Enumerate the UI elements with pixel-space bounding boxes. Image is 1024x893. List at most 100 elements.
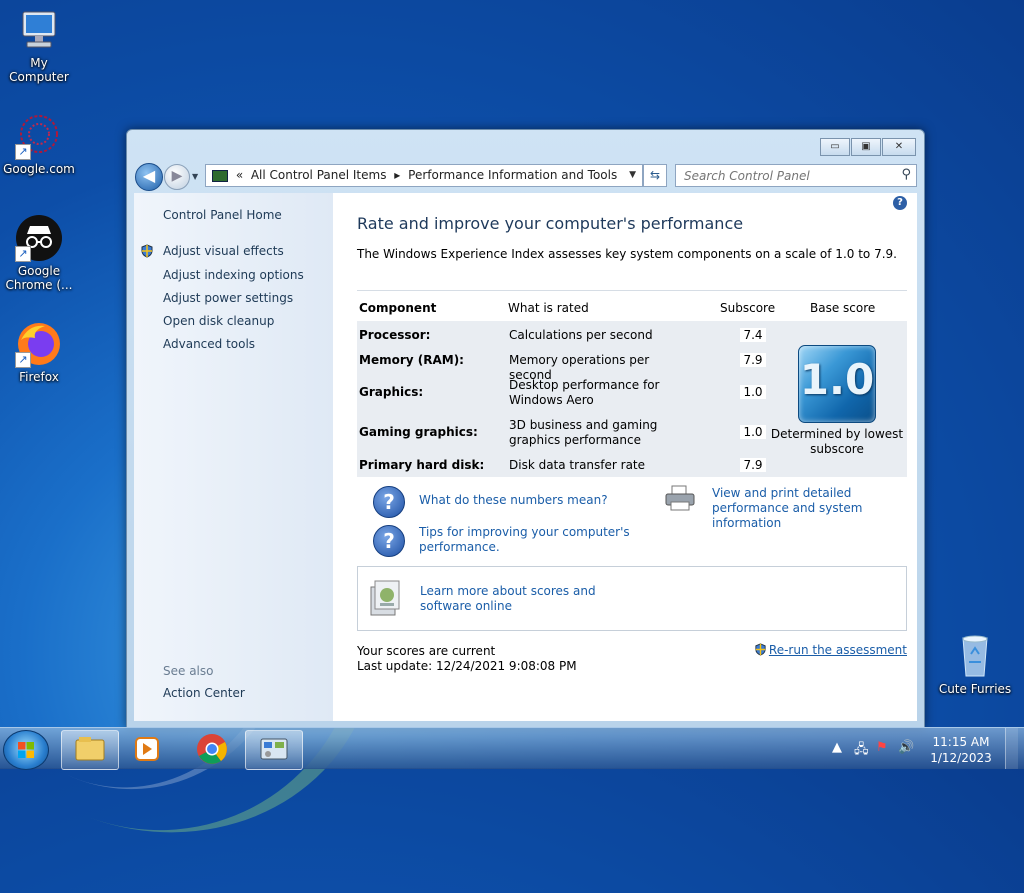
control-panel-icon (212, 169, 228, 182)
see-also-heading: See also (163, 664, 214, 678)
maximize-button[interactable]: ▣ (851, 138, 881, 156)
recycle-bin-icon (951, 632, 999, 680)
row-what: Calculations per second (509, 328, 653, 342)
desktop-icon-label: Google.com (3, 162, 75, 176)
network-icon[interactable]: 🖧 (854, 740, 869, 762)
row-what: Desktop performance for Windows Aero (509, 378, 660, 407)
desktop-icon-label: Google Chrome (... (5, 264, 73, 292)
taskbar-explorer[interactable] (61, 730, 119, 770)
taskbar-chrome[interactable] (184, 730, 240, 768)
recent-pages-dropdown[interactable]: ▼ (192, 172, 198, 181)
desktop-icon-label: Cute Furries (938, 682, 1012, 696)
col-subscore: Subscore (720, 301, 776, 315)
breadcrumb-overflow[interactable]: « (236, 168, 243, 182)
address-bar[interactable]: « All Control Panel Items ▸ Performance … (205, 164, 643, 187)
breadcrumb-all-control-panel-items[interactable]: All Control Panel Items (251, 168, 387, 182)
windows-logo-icon (18, 742, 34, 758)
uac-shield-icon (755, 643, 766, 656)
firefox-icon: ↗ (15, 320, 63, 368)
row-what: Disk data transfer rate (509, 458, 646, 472)
taskbar: ▲ 🖧 ⚑ 🔊 11:15 AM 1/12/2023 (0, 727, 1024, 770)
breadcrumb-performance[interactable]: Performance Information and Tools (408, 168, 617, 182)
back-button[interactable]: ◀ (135, 163, 163, 191)
minimize-button[interactable]: ▭ (820, 138, 850, 156)
sidebar-open-disk-cleanup[interactable]: Open disk cleanup (163, 314, 274, 328)
desktop-icon-my-computer[interactable]: My Computer (0, 6, 78, 84)
base-score-value: 1.0 (799, 355, 875, 404)
row-subscore: 1.0 (740, 425, 766, 439)
row-component: Memory (RAM): (359, 353, 464, 367)
search-box[interactable]: ⚲ (675, 164, 917, 187)
breadcrumb-separator-icon[interactable]: ▸ (394, 168, 400, 182)
help-icon[interactable]: ? (893, 196, 907, 210)
rerun-label: Re-run the assessment (768, 643, 907, 657)
refresh-button[interactable]: ⇆ (643, 164, 667, 187)
close-button[interactable]: ✕ (882, 138, 916, 156)
link-learn-more-scores[interactable]: Learn more about scores and software onl… (420, 584, 640, 614)
score-table: Component What is rated Subscore Base sc… (357, 290, 907, 478)
rerun-assessment-link[interactable]: Re-run the assessment (754, 643, 907, 657)
show-hidden-icons[interactable]: ▲ (832, 740, 842, 755)
search-input[interactable] (682, 165, 886, 186)
scores-current-text: Your scores are current (357, 644, 496, 658)
sidebar-adjust-power-settings[interactable]: Adjust power settings (163, 291, 293, 305)
question-icon: ? (373, 486, 405, 518)
show-desktop-button[interactable] (1005, 728, 1018, 769)
sidebar-adjust-visual-effects[interactable]: Adjust visual effects (163, 244, 284, 258)
desktop-icon-google-com[interactable]: ↗ Google.com (0, 112, 78, 176)
sidebar-action-center[interactable]: Action Center (163, 686, 245, 700)
volume-icon[interactable]: 🔊 (898, 740, 914, 755)
link-what-numbers-mean[interactable]: What do these numbers mean? (419, 493, 608, 508)
caption-buttons: ▭ ▣ ✕ (819, 138, 916, 156)
col-base-score: Base score (810, 301, 876, 315)
desktop-icon-recycle-bin[interactable]: Cute Furries (936, 632, 1014, 696)
sidebar-advanced-tools[interactable]: Advanced tools (163, 337, 255, 351)
chrome-incognito-icon: ↗ (15, 214, 63, 262)
folder-icon (75, 737, 105, 761)
action-center-flag-icon[interactable]: ⚑ (876, 740, 888, 755)
row-subscore: 7.9 (740, 458, 766, 472)
row-component: Primary hard disk: (359, 458, 485, 472)
search-icon[interactable]: ⚲ (901, 167, 911, 182)
taskbar-media-player[interactable] (119, 730, 175, 768)
arrow-left-icon: ◀ (142, 166, 156, 185)
control-panel-window[interactable]: ▭ ▣ ✕ ◀ ▶ ▼ « All Control Panel Items ▸ … (126, 129, 925, 728)
desktop-icon-firefox[interactable]: ↗ Firefox (0, 320, 78, 384)
desktop-icon-label: My Computer (9, 56, 69, 84)
link-view-print-details[interactable]: View and print detailed performance and … (712, 486, 912, 531)
forward-button[interactable]: ▶ (164, 164, 190, 190)
last-update-text: Last update: 12/24/2021 9:08:08 PM (357, 659, 577, 673)
shortcut-arrow-icon: ↗ (15, 144, 31, 160)
table-header: Component What is rated Subscore Base sc… (357, 290, 907, 323)
row-component: Gaming graphics: (359, 425, 478, 439)
control-panel-icon (260, 738, 288, 760)
start-button[interactable] (3, 730, 49, 770)
row-subscore: 1.0 (740, 385, 766, 399)
desktop-icon-chrome[interactable]: ↗ Google Chrome (... (0, 214, 78, 292)
col-component: Component (359, 301, 437, 315)
taskbar-control-panel[interactable] (245, 730, 303, 770)
uac-shield-icon (141, 244, 153, 258)
shortcut-arrow-icon: ↗ (15, 246, 31, 262)
row-component: Processor: (359, 328, 431, 342)
row-subscore: 7.9 (740, 353, 766, 367)
media-player-icon (135, 737, 159, 761)
sidebar-adjust-indexing-options[interactable]: Adjust indexing options (163, 268, 304, 282)
row-what: 3D business and gaming graphics performa… (509, 418, 658, 447)
question-icon: ? (373, 525, 405, 557)
base-score-badge: 1.0 (798, 345, 876, 423)
col-what-rated: What is rated (508, 301, 589, 315)
intro-text: The Windows Experience Index assesses ke… (357, 247, 897, 261)
page-title: Rate and improve your computer's perform… (357, 214, 744, 233)
address-dropdown-icon[interactable]: ▼ (629, 165, 636, 186)
printer-icon (665, 485, 695, 511)
sidebar-control-panel-home[interactable]: Control Panel Home (163, 208, 282, 222)
shortcut-arrow-icon: ↗ (15, 352, 31, 368)
refresh-icon: ⇆ (649, 168, 661, 182)
computer-icon (15, 6, 63, 54)
table-body: Processor: Calculations per second 7.4 M… (357, 321, 907, 477)
link-tips-improving[interactable]: Tips for improving your computer's perfo… (419, 525, 639, 555)
desktop-icon-label: Firefox (19, 370, 59, 384)
chrome-icon (197, 734, 227, 764)
clock[interactable]: 11:15 AM 1/12/2023 (926, 734, 996, 766)
